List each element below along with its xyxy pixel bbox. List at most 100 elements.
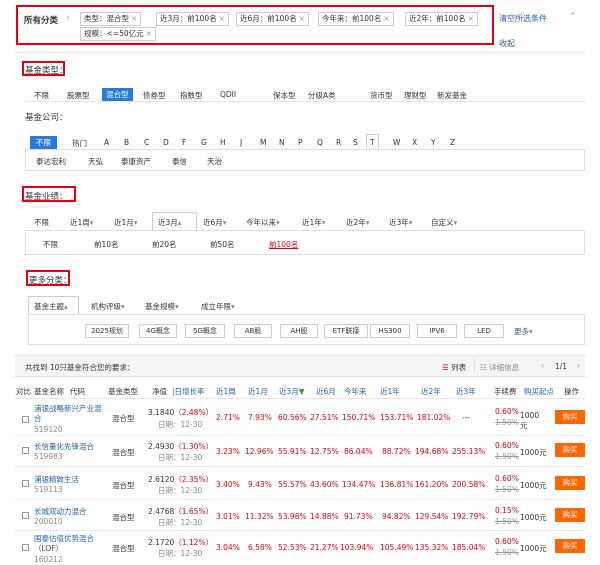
fund-type-option[interactable]: 分级A类 (308, 90, 336, 101)
letter-filter[interactable]: H (220, 138, 226, 147)
letter-filter-active[interactable]: T (370, 138, 375, 147)
rank-option[interactable]: 前20名 (152, 239, 177, 250)
buy-button[interactable]: 购买 (555, 508, 585, 522)
buy-button[interactable]: 购买 (555, 410, 585, 424)
collapse-link[interactable]: 收起 (499, 38, 515, 49)
close-icon[interactable]: × (146, 29, 152, 38)
rank-option[interactable]: 前50名 (210, 239, 235, 250)
col-1m[interactable]: 近1月 (248, 386, 268, 397)
letter-filter[interactable]: F (182, 138, 186, 147)
col-start[interactable]: 购买起点 (524, 386, 554, 397)
letter-filter[interactable]: Y (431, 138, 436, 147)
compare-checkbox[interactable] (22, 447, 29, 454)
close-icon[interactable]: × (131, 14, 137, 23)
buy-button[interactable]: 购买 (555, 539, 585, 553)
fund-type-option[interactable]: 新发基金 (437, 90, 467, 101)
letter-filter[interactable]: B (124, 138, 129, 147)
period-option[interactable]: 近2年▾ (346, 217, 370, 228)
buy-button[interactable]: 购买 (555, 443, 585, 457)
theme-chip[interactable]: 5G概念 (185, 324, 225, 338)
tab-scale[interactable]: 基金规模▾ (145, 301, 179, 312)
period-option[interactable]: 近6月▾ (203, 217, 227, 228)
theme-chip[interactable]: AB股 (234, 324, 272, 338)
letter-filter[interactable]: G (201, 138, 207, 147)
theme-chip[interactable]: HS300 (370, 324, 410, 338)
chevron-up-icon[interactable]: ⌃ (569, 12, 577, 22)
view-detail-button[interactable]: ☷ 详细信息 (480, 362, 519, 373)
more-themes-link[interactable]: 更多▾ (514, 326, 533, 337)
period-option[interactable]: 不限 (34, 217, 49, 228)
fund-name-link[interactable]: 长信量化先锋混合 (34, 441, 94, 452)
col-2y[interactable]: 近2年 (421, 386, 441, 397)
compare-checkbox[interactable] (22, 480, 29, 487)
letter-filter[interactable]: Q (317, 138, 323, 147)
filter-tag[interactable]: 规模：<=50亿元 × (80, 27, 156, 41)
filter-tag[interactable]: 类型：混合型 × (80, 12, 142, 26)
fund-name-link[interactable]: 浦银战略新兴产业混合 (34, 404, 108, 424)
period-option-active[interactable]: 近3月▴ (158, 217, 182, 228)
letter-filter[interactable]: P (298, 138, 303, 147)
period-option[interactable]: 近1年▾ (302, 217, 326, 228)
letter-filter[interactable]: R (336, 138, 341, 147)
fund-name-link[interactable]: 浦银精致生活 (34, 474, 79, 485)
fund-type-option[interactable]: 债券型 (143, 90, 166, 101)
fund-name-link[interactable]: 长城双动力混合 (34, 506, 87, 517)
fund-type-option[interactable]: 理财型 (404, 90, 427, 101)
col-1y[interactable]: 近1年 (380, 386, 400, 397)
col-ytd[interactable]: 今年来 (344, 386, 367, 397)
theme-chip[interactable]: IPV6 (417, 324, 457, 338)
fund-type-option[interactable]: 股票型 (67, 90, 90, 101)
company-item[interactable]: 泰康资产 (121, 156, 151, 167)
letter-filter-selected[interactable]: 不限 (30, 136, 57, 149)
tab-rating[interactable]: 机构评级▾ (91, 301, 125, 312)
filter-tag[interactable]: 近2年：前100名 × (405, 12, 478, 26)
col-1w[interactable]: 近1周 (216, 386, 236, 397)
letter-filter[interactable]: Z (450, 138, 455, 147)
theme-chip[interactable]: LED (464, 324, 504, 338)
period-option[interactable]: 近3年▾ (389, 217, 413, 228)
letter-filter[interactable]: A (104, 138, 109, 147)
letter-filter[interactable]: N (279, 138, 285, 147)
period-option[interactable]: 近1周▾ (70, 217, 94, 228)
col-daily-growth[interactable]: |日增长率 (172, 386, 205, 397)
clear-filters-link[interactable]: 清空所选条件 (499, 13, 547, 24)
filter-tag[interactable]: 今年来：前100名 × (318, 12, 394, 26)
letter-filter[interactable]: M (260, 138, 266, 147)
theme-chip[interactable]: ETF联接 (324, 324, 368, 338)
col-3m[interactable]: 近3月▼ (279, 386, 305, 397)
fund-type-option[interactable]: 指数型 (180, 90, 203, 101)
custom-period-option[interactable]: 自定义▾ (431, 217, 457, 228)
letter-filter[interactable]: S (353, 138, 358, 147)
company-item[interactable]: 泰信 (172, 156, 187, 167)
buy-button[interactable]: 购买 (555, 476, 585, 490)
view-list-button[interactable]: ☰ 列表 (442, 362, 466, 373)
filter-tag[interactable]: 近6月：前100名 × (236, 12, 309, 26)
prev-page-icon[interactable]: ‹ (541, 361, 544, 370)
close-icon[interactable]: × (299, 14, 305, 23)
close-icon[interactable]: × (468, 14, 474, 23)
col-3y[interactable]: 近3年 (456, 386, 476, 397)
theme-chip[interactable]: 2025规划 (85, 324, 129, 338)
company-item[interactable]: 天治 (207, 156, 222, 167)
fund-type-option[interactable]: 不限 (34, 90, 49, 101)
theme-chip[interactable]: AH股 (280, 324, 318, 338)
fund-type-option[interactable]: 保本型 (273, 90, 296, 101)
col-6m[interactable]: 近6月 (316, 386, 336, 397)
letter-filter[interactable]: D (163, 138, 169, 147)
rank-option[interactable]: 前10名 (94, 239, 119, 250)
letter-filter[interactable]: X (412, 138, 417, 147)
next-page-icon[interactable]: › (577, 361, 580, 370)
close-icon[interactable]: × (219, 14, 225, 23)
fund-type-option[interactable]: 货币型 (370, 90, 393, 101)
tab-theme[interactable]: 基金主题▴ (34, 301, 68, 312)
rank-option[interactable]: 不限 (43, 239, 58, 250)
period-option[interactable]: 近1月▾ (114, 217, 138, 228)
letter-filter[interactable]: 热门 (72, 138, 87, 149)
period-option[interactable]: 今年以来▾ (246, 217, 280, 228)
fund-type-option[interactable]: QDII (220, 90, 236, 99)
rank-option-selected[interactable]: 前100名 (269, 239, 298, 250)
fund-name-link[interactable]: 国泰估值优势混合（LOF） (34, 534, 110, 554)
theme-chip[interactable]: 4G概念 (139, 324, 177, 338)
filter-tag[interactable]: 近3月：前100名 × (156, 12, 229, 26)
letter-filter[interactable]: J (240, 138, 242, 147)
